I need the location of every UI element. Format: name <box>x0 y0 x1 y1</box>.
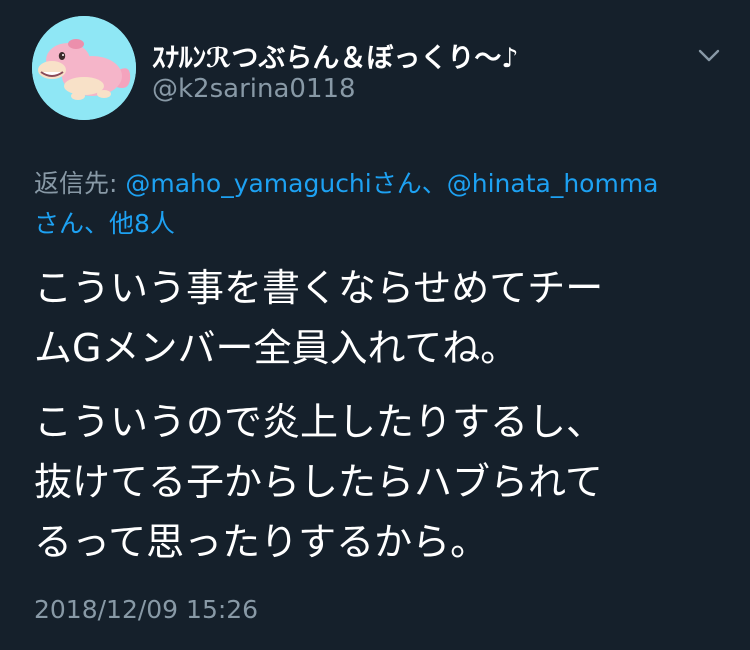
reply-to-line: 返信先: @maho_yamaguchiさん、@hinata_homma さん、他… <box>34 164 724 244</box>
user-handle[interactable]: @k2sarina0118 <box>152 74 356 104</box>
slowpoke-avatar-icon <box>32 16 136 120</box>
tweet-line: 抜けてる子からしたらハブられて <box>34 460 603 504</box>
tweet-paragraph: こういう事を書くならせめてチー ムGメンバー全員入れてね。 <box>34 258 734 378</box>
display-name[interactable]: ｽﾅﾙﾝℛつぶらん＆ぼっくり〜♪ <box>152 36 519 75</box>
mention-link[interactable]: @maho_yamaguchi <box>125 169 371 198</box>
tweet-line: ムGメンバー全員入れてね。 <box>34 326 519 370</box>
tweet-line: こういうので炎上したりするし、 <box>34 400 605 444</box>
chevron-down-icon <box>698 49 720 62</box>
tweet-timestamp[interactable]: 2018/12/09 15:26 <box>34 595 258 624</box>
mention-suffix[interactable]: さん、 <box>34 209 109 238</box>
tweet: ｽﾅﾙﾝℛつぶらん＆ぼっくり〜♪ @k2sarina0118 返信先: @mah… <box>0 0 750 650</box>
mention-suffix[interactable]: さん、 <box>372 169 447 198</box>
tweet-menu-button[interactable] <box>692 38 726 72</box>
avatar[interactable] <box>32 16 136 120</box>
reply-prefix: 返信先: <box>34 169 126 198</box>
others-link[interactable]: 他8人 <box>109 209 175 238</box>
tweet-line: るって思ったりするから。 <box>34 520 489 564</box>
tweet-body: こういう事を書くならせめてチー ムGメンバー全員入れてね。 こういうので炎上した… <box>34 258 734 586</box>
tweet-paragraph: こういうので炎上したりするし、 抜けてる子からしたらハブられて るって思ったりす… <box>34 392 734 572</box>
mention-link[interactable]: @hinata_homma <box>447 169 659 198</box>
tweet-line: こういう事を書くならせめてチー <box>34 266 604 310</box>
